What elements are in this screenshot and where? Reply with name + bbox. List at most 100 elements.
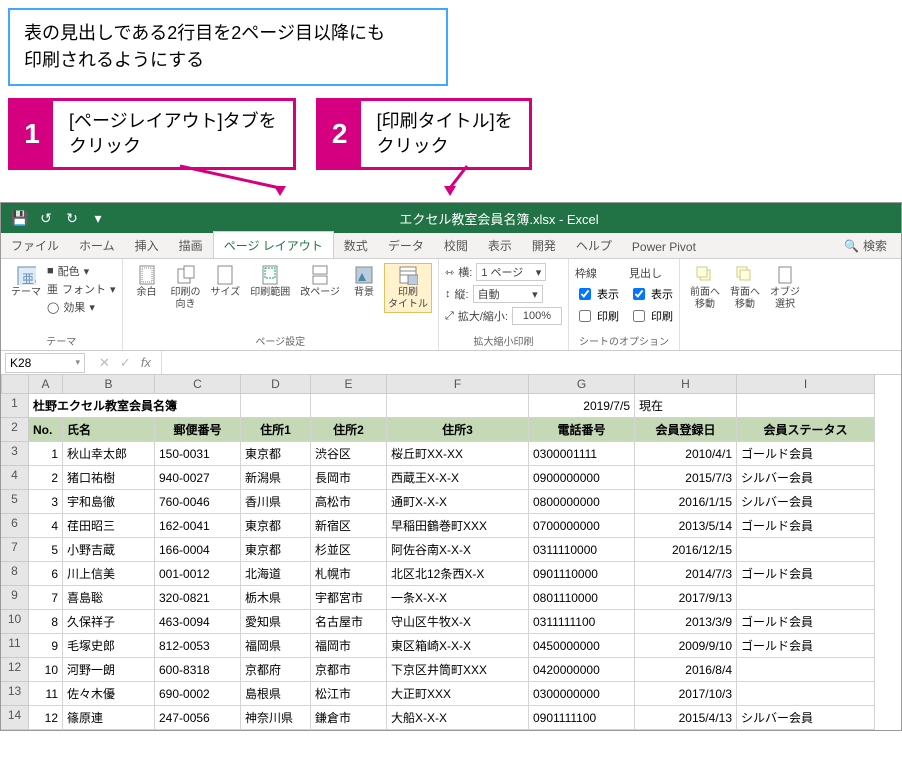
select-all-corner[interactable] (1, 375, 29, 394)
redo-icon[interactable]: ↻ (63, 209, 81, 227)
headings-print-checkbox[interactable]: 印刷 (629, 307, 673, 325)
cell-date[interactable]: 2016/8/4 (635, 658, 737, 682)
cell-name[interactable]: 宇和島徹 (63, 490, 155, 514)
table-header-cell[interactable]: 氏名 (63, 418, 155, 442)
cell-addr1[interactable]: 新潟県 (241, 466, 311, 490)
cell-date[interactable]: 2010/4/1 (635, 442, 737, 466)
cell-addr1[interactable]: 北海道 (241, 562, 311, 586)
cell-zip[interactable]: 463-0094 (155, 610, 241, 634)
tab-home[interactable]: ホーム (69, 232, 125, 258)
cell-name[interactable]: 荏田昭三 (63, 514, 155, 538)
cell[interactable] (737, 394, 875, 418)
column-header[interactable]: A (29, 375, 63, 394)
cell-addr1[interactable]: 神奈川県 (241, 706, 311, 730)
width-dropdown[interactable]: 1 ページ▾ (476, 263, 546, 281)
cell-tel[interactable]: 0300001111 (529, 442, 635, 466)
gridlines-view-checkbox[interactable]: 表示 (575, 285, 619, 303)
size-button[interactable]: サイズ (207, 263, 245, 301)
cell-addr3[interactable]: 下京区井筒町XXX (387, 658, 529, 682)
qat-dropdown-icon[interactable]: ▾ (89, 209, 107, 227)
row-header[interactable]: 4 (1, 466, 29, 490)
print-titles-button[interactable]: 印刷 タイトル (384, 263, 432, 313)
tab-view[interactable]: 表示 (478, 232, 522, 258)
cell-tel[interactable]: 0420000000 (529, 658, 635, 682)
cell-addr2[interactable]: 長岡市 (311, 466, 387, 490)
spreadsheet-grid[interactable]: ABCDEFGHI1杜野エクセル教室会員名簿2019/7/5現在2No.氏名郵便… (1, 375, 901, 730)
row-header[interactable]: 11 (1, 634, 29, 658)
cell-date[interactable]: 2016/12/15 (635, 538, 737, 562)
row-header[interactable]: 1 (1, 394, 29, 418)
cell-zip[interactable]: 166-0004 (155, 538, 241, 562)
cell-no[interactable]: 8 (29, 610, 63, 634)
table-header-cell[interactable]: 電話番号 (529, 418, 635, 442)
save-icon[interactable]: 💾 (11, 209, 29, 227)
print-area-button[interactable]: 印刷範囲 (246, 263, 294, 301)
cell-tel[interactable]: 0900000000 (529, 466, 635, 490)
cell-addr1[interactable]: 島根県 (241, 682, 311, 706)
cell-addr3[interactable]: 通町X-X-X (387, 490, 529, 514)
cell-tel[interactable]: 0700000000 (529, 514, 635, 538)
cell-date[interactable]: 2013/3/9 (635, 610, 737, 634)
column-header[interactable]: E (311, 375, 387, 394)
tab-power-pivot[interactable]: Power Pivot (622, 235, 706, 258)
cell-no[interactable]: 10 (29, 658, 63, 682)
row-header[interactable]: 14 (1, 706, 29, 730)
cell-addr3[interactable]: 北区北12条西X-X (387, 562, 529, 586)
cell-addr3[interactable]: 大船X-X-X (387, 706, 529, 730)
cell-addr3[interactable]: 大正町XXX (387, 682, 529, 706)
bring-forward-button[interactable]: 前面へ 移動 (686, 263, 724, 313)
cell-name[interactable]: 喜島聡 (63, 586, 155, 610)
cell-addr1[interactable]: 福岡県 (241, 634, 311, 658)
cell-name[interactable]: 毛塚史郎 (63, 634, 155, 658)
formula-bar[interactable] (161, 351, 901, 374)
title-date-cell[interactable]: 2019/7/5 (529, 394, 635, 418)
cell-date[interactable]: 2014/7/3 (635, 562, 737, 586)
cell-name[interactable]: 猪口祐樹 (63, 466, 155, 490)
cell-addr1[interactable]: 香川県 (241, 490, 311, 514)
background-button[interactable]: 背景 (346, 263, 382, 301)
cell-date[interactable]: 2015/7/3 (635, 466, 737, 490)
cell-addr1[interactable]: 栃木県 (241, 586, 311, 610)
cell-addr2[interactable]: 名古屋市 (311, 610, 387, 634)
cell-addr3[interactable]: 守山区牛牧X-X (387, 610, 529, 634)
cell-zip[interactable]: 150-0031 (155, 442, 241, 466)
table-header-cell[interactable]: 会員登録日 (635, 418, 737, 442)
cell-no[interactable]: 6 (29, 562, 63, 586)
cell-addr2[interactable]: 札幌市 (311, 562, 387, 586)
send-backward-button[interactable]: 背面へ 移動 (726, 263, 764, 313)
row-header[interactable]: 12 (1, 658, 29, 682)
search-box[interactable]: 🔍 検索 (834, 232, 901, 258)
cell-zip[interactable]: 162-0041 (155, 514, 241, 538)
cell-no[interactable]: 12 (29, 706, 63, 730)
cell-zip[interactable]: 940-0027 (155, 466, 241, 490)
row-header[interactable]: 13 (1, 682, 29, 706)
cell-addr3[interactable]: 桜丘町XX-XX (387, 442, 529, 466)
colors-button[interactable]: ■配色▾ (47, 263, 116, 279)
cell-no[interactable]: 4 (29, 514, 63, 538)
cell-tel[interactable]: 0311111100 (529, 610, 635, 634)
cell-name[interactable]: 久保祥子 (63, 610, 155, 634)
column-header[interactable]: F (387, 375, 529, 394)
row-header[interactable]: 9 (1, 586, 29, 610)
cell-tel[interactable]: 0901110000 (529, 562, 635, 586)
cell-tel[interactable]: 0901111100 (529, 706, 635, 730)
cell-no[interactable]: 7 (29, 586, 63, 610)
cell-tel[interactable]: 0311110000 (529, 538, 635, 562)
tab-formulas[interactable]: 数式 (334, 232, 378, 258)
height-dropdown[interactable]: 自動▾ (473, 285, 543, 303)
cell-no[interactable]: 3 (29, 490, 63, 514)
cell-date[interactable]: 2015/4/13 (635, 706, 737, 730)
gridlines-print-checkbox[interactable]: 印刷 (575, 307, 619, 325)
cell-addr2[interactable]: 福岡市 (311, 634, 387, 658)
margins-button[interactable]: 余白 (129, 263, 165, 301)
themes-button[interactable]: 亜あ テーマ (7, 263, 45, 301)
undo-icon[interactable]: ↺ (37, 209, 55, 227)
cell-status[interactable]: ゴールド会員 (737, 514, 875, 538)
cell-name[interactable]: 秋山幸太郎 (63, 442, 155, 466)
cell-status[interactable]: シルバー会員 (737, 466, 875, 490)
cell-addr2[interactable]: 京都市 (311, 658, 387, 682)
cancel-icon[interactable]: ✕ (99, 355, 110, 371)
row-header[interactable]: 3 (1, 442, 29, 466)
tab-data[interactable]: データ (378, 232, 434, 258)
table-header-cell[interactable]: 郵便番号 (155, 418, 241, 442)
